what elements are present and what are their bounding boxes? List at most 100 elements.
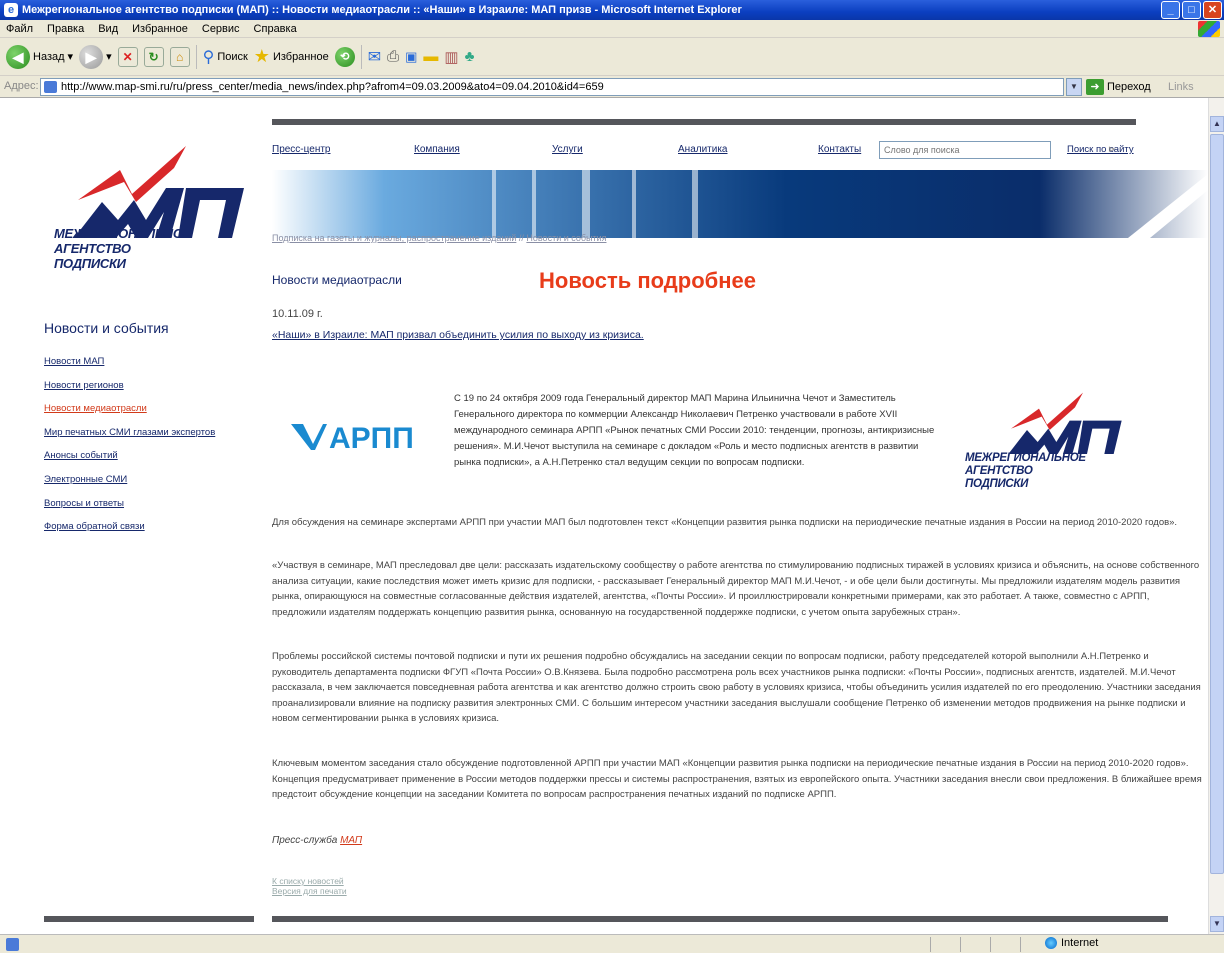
signature-map-link[interactable]: МАП xyxy=(340,835,362,846)
scroll-thumb[interactable] xyxy=(1210,134,1224,874)
map-logo-icon xyxy=(1008,392,1122,454)
lead-paragraph: С 19 по 24 октября 2009 года Генеральный… xyxy=(454,393,935,468)
chevron-down-icon: ▾ xyxy=(106,51,112,63)
go-button[interactable]: ➜ Переход xyxy=(1086,79,1151,95)
menu-tools[interactable]: Сервис xyxy=(202,23,240,35)
article-paragraph: Проблемы российской системы почтовой под… xyxy=(272,651,1201,724)
security-zone: Internet xyxy=(1045,937,1098,949)
menu-help[interactable]: Справка xyxy=(254,23,297,35)
sidebar-item-feedback[interactable]: Форма обратной связи xyxy=(44,515,215,539)
separator xyxy=(360,44,362,69)
sidebar-item-media-news[interactable]: Новости медиаотрасли xyxy=(44,397,215,421)
search-icon: ⚲ xyxy=(202,48,215,66)
minimize-button[interactable]: _ xyxy=(1161,1,1180,19)
star-icon: ★ xyxy=(253,46,270,66)
header-banner xyxy=(272,170,1208,238)
search-button[interactable]: ⚲ Поиск xyxy=(203,47,248,67)
breadcrumb-link-subscription[interactable]: Подписка на газеты и журналы, распростра… xyxy=(272,233,516,243)
nav-contacts[interactable]: Контакты xyxy=(818,144,861,155)
article-title-link[interactable]: «Наши» в Израиле: МАП призвал объединить… xyxy=(272,329,644,341)
separator xyxy=(195,44,197,69)
back-to-list-link[interactable]: К списку новостей xyxy=(272,876,347,886)
search-label: Поиск xyxy=(217,50,248,63)
edit-icon[interactable]: ▣ xyxy=(405,49,417,65)
address-bar: Адрес: http://www.map-smi.ru/ru/press_ce… xyxy=(0,76,1224,98)
logo-caption: МЕЖРЕГИОНАЛЬНОЕ АГЕНТСТВО ПОДПИСКИ xyxy=(965,452,1086,490)
title-bar: e Межрегиональное агентство подписки (МА… xyxy=(0,0,1224,20)
forward-arrow-icon: ▶ xyxy=(79,44,104,69)
windows-logo-icon xyxy=(1198,21,1220,37)
menu-bar: Файл Правка Вид Избранное Сервис Справка xyxy=(0,20,1224,38)
globe-icon xyxy=(1045,937,1057,949)
top-nav: Пресс-центр Компания Услуги Аналитика Ко… xyxy=(272,141,1208,160)
sidebar-item-experts[interactable]: Мир печатных СМИ глазами экспертов xyxy=(44,421,215,445)
menu-edit[interactable]: Правка xyxy=(47,23,84,35)
url-input[interactable]: http://www.map-smi.ru/ru/press_center/me… xyxy=(40,78,1064,96)
breadcrumb-link-news[interactable]: Новости и события xyxy=(526,233,606,243)
page-content: МЕЖРЕГИОНАЛЬНОЕ АГЕНТСТВО ПОДПИСКИ Новос… xyxy=(0,98,1208,934)
sidebar-item-electronic-media[interactable]: Электронные СМИ xyxy=(44,468,215,492)
sidebar-item-announcements[interactable]: Анонсы событий xyxy=(44,444,215,468)
nav-analytics[interactable]: Аналитика xyxy=(678,144,728,155)
home-icon[interactable]: ⌂ xyxy=(169,46,190,67)
breadcrumb-separator: // xyxy=(516,233,527,243)
article-date: 10.11.09 г. xyxy=(272,308,323,320)
url-text: http://www.map-smi.ru/ru/press_center/me… xyxy=(61,81,604,93)
mail-icon[interactable]: ✉ xyxy=(368,47,381,67)
nav-press-center[interactable]: Пресс-центр xyxy=(272,144,330,155)
nav-services[interactable]: Услуги xyxy=(552,144,583,155)
ie-icon: e xyxy=(4,3,18,17)
scroll-up-icon[interactable]: ▲ xyxy=(1210,116,1224,132)
section-label: Новости медиаотрасли xyxy=(272,273,402,287)
stop-icon[interactable]: ✕ xyxy=(117,46,138,67)
page-title: Новость подробнее xyxy=(539,268,756,293)
breadcrumb: Подписка на газеты и журналы, распростра… xyxy=(272,233,607,243)
chevron-down-icon: ▾ xyxy=(67,51,74,63)
banner-logo-icon xyxy=(1128,174,1208,238)
sidebar-nav: Новости МАП Новости регионов Новости мед… xyxy=(44,350,215,539)
links-button[interactable]: Links xyxy=(1168,81,1194,93)
research-icon[interactable]: ▥ xyxy=(444,48,458,66)
page-icon xyxy=(44,81,57,93)
sidebar-item-map-news[interactable]: Новости МАП xyxy=(44,350,215,374)
folder-icon[interactable]: ▬ xyxy=(423,48,438,65)
zone-label: Internet xyxy=(1061,937,1099,949)
map-logo[interactable]: МЕЖРЕГИОНАЛЬНОЕ АГЕНТСТВО ПОДПИСКИ xyxy=(54,134,250,284)
search-go-icon[interactable]: ⊳ xyxy=(1108,144,1116,155)
sidebar-item-faq[interactable]: Вопросы и ответы xyxy=(44,492,215,516)
menu-view[interactable]: Вид xyxy=(98,23,118,35)
go-label: Переход xyxy=(1107,81,1151,93)
window-title: Межрегиональное агентство подписки (МАП)… xyxy=(22,4,742,16)
signature: Пресс-служба МАП xyxy=(272,835,363,846)
close-button[interactable]: ✕ xyxy=(1203,1,1222,19)
back-button[interactable]: ◀ Назад ▾ xyxy=(6,44,74,69)
print-icon[interactable]: ⎙ xyxy=(387,48,399,65)
address-label: Адрес: xyxy=(4,80,39,92)
chevron-down-icon[interactable]: ▼ xyxy=(1066,78,1082,96)
maximize-button[interactable]: □ xyxy=(1182,1,1201,19)
favorites-label: Избранное xyxy=(272,50,329,63)
nav-company[interactable]: Компания xyxy=(414,144,460,155)
arpp-logo: АРПП xyxy=(291,422,414,454)
back-arrow-icon: ◀ xyxy=(6,44,30,69)
search-input[interactable] xyxy=(879,141,1051,159)
history-icon[interactable]: ⟲ xyxy=(334,46,355,67)
back-label: Назад xyxy=(33,50,65,63)
page-icon xyxy=(6,938,19,951)
menu-file[interactable]: Файл xyxy=(6,23,33,35)
favorites-button[interactable]: ★ Избранное xyxy=(254,46,329,67)
site-search-link[interactable]: Поиск по сайту xyxy=(1067,144,1134,155)
article-footer-links: К списку новостей Версия для печати xyxy=(272,876,347,896)
menu-favorites[interactable]: Избранное xyxy=(132,23,188,35)
sidebar-item-region-news[interactable]: Новости регионов xyxy=(44,374,215,398)
toolbar: ◀ Назад ▾ ▶ ▾ ✕ ↻ ⌂ ⚲ Поиск ★ Избранное … xyxy=(0,38,1224,76)
vertical-scrollbar[interactable]: ▲ ▼ xyxy=(1208,98,1224,934)
forward-button[interactable]: ▶ ▾ xyxy=(79,44,112,69)
map-logo-icon xyxy=(74,146,244,238)
print-version-link[interactable]: Версия для печати xyxy=(272,886,347,896)
divider xyxy=(272,916,1168,922)
scroll-down-icon[interactable]: ▼ xyxy=(1210,916,1224,932)
messenger-icon[interactable]: ♣ xyxy=(465,48,475,65)
status-bar: Internet xyxy=(0,934,1224,953)
refresh-icon[interactable]: ↻ xyxy=(143,46,164,67)
